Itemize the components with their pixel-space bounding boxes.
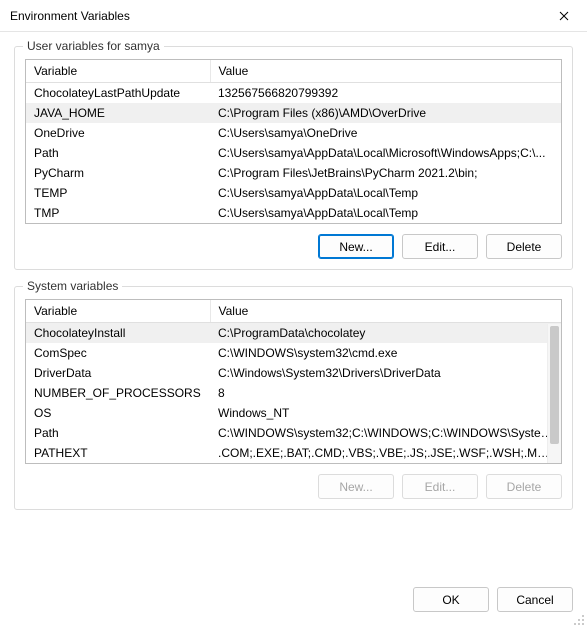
resize-grip-icon	[573, 614, 585, 626]
titlebar: Environment Variables	[0, 0, 587, 32]
table-row[interactable]: TMPC:\Users\samya\AppData\Local\Temp	[26, 203, 561, 223]
cell-variable: PATHEXT	[26, 443, 210, 463]
dialog-title: Environment Variables	[10, 9, 130, 23]
user-variables-group: User variables for samya Variable Value …	[14, 46, 573, 270]
system-variables-group: System variables Variable Value Chocolat…	[14, 286, 573, 510]
cell-value: C:\Users\samya\AppData\Local\Temp	[210, 183, 561, 203]
table-row[interactable]: PathC:\Users\samya\AppData\Local\Microso…	[26, 143, 561, 163]
column-header-value[interactable]: Value	[210, 300, 561, 323]
user-variables-table: Variable Value ChocolateyLastPathUpdate1…	[25, 59, 562, 224]
user-new-button[interactable]: New...	[318, 234, 394, 259]
cell-value: C:\ProgramData\chocolatey	[210, 323, 561, 344]
system-variables-label: System variables	[23, 279, 122, 293]
cancel-button[interactable]: Cancel	[497, 587, 573, 612]
cell-value: C:\Users\samya\AppData\Local\Microsoft\W…	[210, 143, 561, 163]
table-row[interactable]: DriverDataC:\Windows\System32\Drivers\Dr…	[26, 363, 561, 383]
cell-value: 132567566820799392	[210, 83, 561, 104]
close-icon	[559, 11, 569, 21]
dialog-content: User variables for samya Variable Value …	[0, 32, 587, 534]
table-row[interactable]: ChocolateyLastPathUpdate1325675668207993…	[26, 83, 561, 104]
cell-variable: TEMP	[26, 183, 210, 203]
column-header-variable[interactable]: Variable	[26, 300, 210, 323]
table-row[interactable]: TEMPC:\Users\samya\AppData\Local\Temp	[26, 183, 561, 203]
cell-value: C:\Program Files (x86)\AMD\OverDrive	[210, 103, 561, 123]
cell-value: C:\Users\samya\AppData\Local\Temp	[210, 203, 561, 223]
table-row[interactable]: ChocolateyInstallC:\ProgramData\chocolat…	[26, 323, 561, 344]
column-header-value[interactable]: Value	[210, 60, 561, 83]
scrollbar-thumb[interactable]	[550, 326, 559, 444]
table-row[interactable]: ComSpecC:\WINDOWS\system32\cmd.exe	[26, 343, 561, 363]
cell-value: C:\Program Files\JetBrains\PyCharm 2021.…	[210, 163, 561, 183]
cell-variable: OS	[26, 403, 210, 423]
cell-variable: Path	[26, 143, 210, 163]
user-edit-button[interactable]: Edit...	[402, 234, 478, 259]
cell-value: .COM;.EXE;.BAT;.CMD;.VBS;.VBE;.JS;.JSE;.…	[210, 443, 561, 463]
dialog-buttons: OK Cancel	[399, 581, 587, 622]
cell-value: C:\Users\samya\OneDrive	[210, 123, 561, 143]
cell-variable: PyCharm	[26, 163, 210, 183]
table-row[interactable]: PathC:\WINDOWS\system32;C:\WINDOWS;C:\WI…	[26, 423, 561, 443]
system-new-button[interactable]: New...	[318, 474, 394, 499]
close-button[interactable]	[541, 0, 587, 32]
cell-variable: ComSpec	[26, 343, 210, 363]
table-row[interactable]: PATHEXT.COM;.EXE;.BAT;.CMD;.VBS;.VBE;.JS…	[26, 443, 561, 463]
cell-value: C:\WINDOWS\system32;C:\WINDOWS;C:\WINDOW…	[210, 423, 561, 443]
system-scrollbar[interactable]	[547, 324, 561, 463]
cell-value: C:\Windows\System32\Drivers\DriverData	[210, 363, 561, 383]
table-header-row: Variable Value	[26, 60, 561, 83]
table-row[interactable]: NUMBER_OF_PROCESSORS8	[26, 383, 561, 403]
system-variables-buttons: New... Edit... Delete	[25, 474, 562, 499]
system-variables-table: Variable Value ChocolateyInstallC:\Progr…	[25, 299, 562, 464]
cell-variable: TMP	[26, 203, 210, 223]
cell-value: 8	[210, 383, 561, 403]
user-delete-button[interactable]: Delete	[486, 234, 562, 259]
resize-grip[interactable]	[573, 614, 585, 626]
column-header-variable[interactable]: Variable	[26, 60, 210, 83]
cell-value: Windows_NT	[210, 403, 561, 423]
cell-variable: DriverData	[26, 363, 210, 383]
ok-button[interactable]: OK	[413, 587, 489, 612]
cell-variable: NUMBER_OF_PROCESSORS	[26, 383, 210, 403]
table-row[interactable]: JAVA_HOMEC:\Program Files (x86)\AMD\Over…	[26, 103, 561, 123]
user-variables-label: User variables for samya	[23, 39, 164, 53]
user-variables-buttons: New... Edit... Delete	[25, 234, 562, 259]
table-header-row: Variable Value	[26, 300, 561, 323]
cell-variable: OneDrive	[26, 123, 210, 143]
table-row[interactable]: OneDriveC:\Users\samya\OneDrive	[26, 123, 561, 143]
cell-variable: ChocolateyLastPathUpdate	[26, 83, 210, 104]
cell-value: C:\WINDOWS\system32\cmd.exe	[210, 343, 561, 363]
system-edit-button[interactable]: Edit...	[402, 474, 478, 499]
cell-variable: Path	[26, 423, 210, 443]
cell-variable: JAVA_HOME	[26, 103, 210, 123]
cell-variable: ChocolateyInstall	[26, 323, 210, 344]
table-row[interactable]: OSWindows_NT	[26, 403, 561, 423]
system-delete-button[interactable]: Delete	[486, 474, 562, 499]
table-row[interactable]: PyCharmC:\Program Files\JetBrains\PyChar…	[26, 163, 561, 183]
